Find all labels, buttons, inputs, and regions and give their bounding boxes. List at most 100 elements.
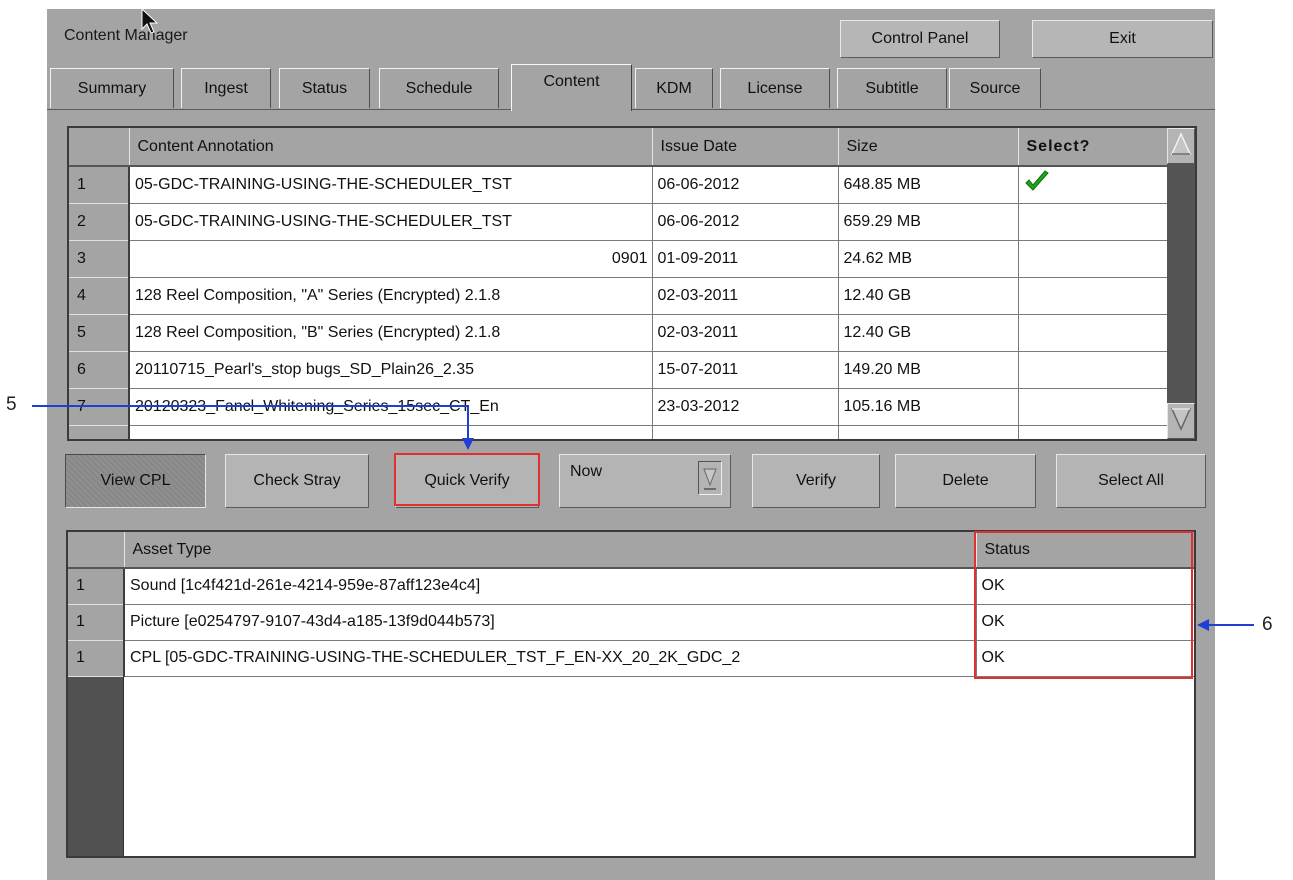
status-header[interactable]: Status — [976, 532, 1194, 569]
select-cell[interactable] — [1018, 425, 1172, 439]
asset-type-header[interactable]: Asset Type — [124, 532, 977, 569]
tab-subtitle[interactable]: Subtitle — [837, 68, 947, 108]
asset-type-cell[interactable]: Sound [1c4f421d-261e-4214-959e-87aff123e… — [124, 568, 977, 605]
delete-button[interactable]: Delete — [895, 454, 1036, 508]
select-cell[interactable] — [1018, 314, 1172, 352]
tab-content[interactable]: Content — [511, 64, 632, 111]
status-cell: OK — [976, 604, 1194, 641]
tab-license[interactable]: License — [720, 68, 830, 108]
scroll-down-button[interactable] — [1167, 403, 1195, 439]
content-annotation-cell[interactable]: 05-GDC-TRAINING-USING-THE-SCHEDULER_TST — [129, 203, 653, 241]
table-row[interactable]: 6 20110715_Pearl's_stop bugs_SD_Plain26_… — [69, 351, 1172, 389]
row-number: 1 — [68, 568, 125, 605]
row-number: 4 — [69, 277, 130, 315]
row-number: 1 — [69, 166, 130, 204]
issue-date-header[interactable]: Issue Date — [652, 128, 839, 167]
row-number: 2 — [69, 203, 130, 241]
table-row[interactable]: 1 Picture [e0254797-9107-43d4-a185-13f9d… — [68, 604, 1194, 641]
exit-button[interactable]: Exit — [1032, 20, 1213, 58]
table-row[interactable] — [69, 425, 1172, 439]
control-panel-button[interactable]: Control Panel — [840, 20, 1000, 58]
callout-6: 6 — [1262, 614, 1273, 635]
tab-kdm[interactable]: KDM — [635, 68, 713, 108]
check-stray-button[interactable]: Check Stray — [225, 454, 369, 508]
issue-date-cell: 23-03-2012 — [652, 388, 839, 426]
row-number-header — [69, 128, 130, 167]
row-number: 1 — [68, 640, 125, 677]
select-cell[interactable] — [1018, 351, 1172, 389]
content-list-scrollbar[interactable] — [1167, 128, 1195, 439]
issue-date-cell — [652, 425, 839, 439]
size-cell: 12.40 GB — [838, 277, 1019, 315]
row-number: 1 — [68, 604, 125, 641]
callout-5-stem — [467, 405, 469, 441]
now-dropdown[interactable]: Now — [559, 454, 731, 508]
content-annotation-cell[interactable]: 05-GDC-TRAINING-USING-THE-SCHEDULER_TST — [129, 166, 653, 204]
table-row[interactable]: 1 05-GDC-TRAINING-USING-THE-SCHEDULER_TS… — [69, 166, 1172, 204]
scroll-up-button[interactable] — [1167, 128, 1195, 164]
size-cell — [838, 425, 1019, 439]
mouse-cursor-icon — [141, 7, 161, 41]
callout-6-line — [1206, 624, 1254, 626]
quick-verify-button[interactable]: Quick Verify — [395, 454, 539, 508]
size-header[interactable]: Size — [838, 128, 1019, 167]
status-cell: OK — [976, 640, 1194, 677]
table-row[interactable]: 3 0901 01-09-2011 24.62 MB — [69, 240, 1172, 278]
table-row[interactable]: 1 CPL [05-GDC-TRAINING-USING-THE-SCHEDUL… — [68, 640, 1194, 677]
app-title: Content Manager — [64, 27, 188, 44]
tab-ingest[interactable]: Ingest — [181, 68, 271, 108]
table-row[interactable]: 2 05-GDC-TRAINING-USING-THE-SCHEDULER_TS… — [69, 203, 1172, 241]
content-annotation-cell[interactable]: 0901 — [129, 240, 653, 278]
size-cell: 659.29 MB — [838, 203, 1019, 241]
issue-date-cell: 01-09-2011 — [652, 240, 839, 278]
issue-date-cell: 15-07-2011 — [652, 351, 839, 389]
tab-summary[interactable]: Summary — [50, 68, 174, 108]
content-annotation-cell[interactable]: 20110715_Pearl's_stop bugs_SD_Plain26_2.… — [129, 351, 653, 389]
size-cell: 12.40 GB — [838, 314, 1019, 352]
callout-5: 5 — [6, 394, 17, 415]
issue-date-cell: 06-06-2012 — [652, 203, 839, 241]
arrow-left-icon — [1196, 618, 1210, 637]
triangle-down-icon — [1170, 406, 1192, 437]
content-annotation-cell[interactable]: 128 Reel Composition, "A" Series (Encryp… — [129, 277, 653, 315]
dropdown-arrow-icon[interactable] — [698, 461, 722, 495]
row-number-header — [68, 532, 125, 569]
issue-date-cell: 06-06-2012 — [652, 166, 839, 204]
row-number: 3 — [69, 240, 130, 278]
row-number: 6 — [69, 351, 130, 389]
triangle-up-icon — [1170, 131, 1192, 162]
select-cell[interactable] — [1018, 388, 1172, 426]
select-cell[interactable] — [1018, 166, 1172, 204]
issue-date-cell: 02-03-2011 — [652, 277, 839, 315]
table-row[interactable]: 1 Sound [1c4f421d-261e-4214-959e-87aff12… — [68, 568, 1194, 605]
table-row[interactable]: 4 128 Reel Composition, "A" Series (Encr… — [69, 277, 1172, 315]
checkmark-icon — [1024, 170, 1050, 198]
issue-date-cell: 02-03-2011 — [652, 314, 839, 352]
size-cell: 24.62 MB — [838, 240, 1019, 278]
tab-source[interactable]: Source — [949, 68, 1041, 108]
select-cell[interactable] — [1018, 277, 1172, 315]
asset-type-cell[interactable]: CPL [05-GDC-TRAINING-USING-THE-SCHEDULER… — [124, 640, 977, 677]
content-manager-window: Content Manager Control Panel Exit Summa… — [47, 9, 1215, 880]
callout-5-line — [32, 405, 468, 407]
tab-status[interactable]: Status — [279, 68, 370, 108]
asset-status-table: Asset Type Status 1 Sound [1c4f421d-261e… — [66, 530, 1196, 858]
content-annotation-cell[interactable]: 128 Reel Composition, "B" Series (Encryp… — [129, 314, 653, 352]
select-cell[interactable] — [1018, 240, 1172, 278]
row-number — [69, 425, 130, 439]
arrow-down-icon — [461, 437, 475, 456]
table-row[interactable]: 5 128 Reel Composition, "B" Series (Encr… — [69, 314, 1172, 352]
tab-bar: Summary Ingest Status Schedule Content K… — [47, 64, 1215, 111]
tab-schedule[interactable]: Schedule — [379, 68, 499, 108]
asset-type-cell[interactable]: Picture [e0254797-9107-43d4-a185-13f9d04… — [124, 604, 977, 641]
content-annotation-header[interactable]: Content Annotation — [129, 128, 653, 167]
select-header[interactable]: Select? — [1018, 128, 1172, 167]
now-dropdown-value: Now — [570, 463, 603, 480]
status-cell: OK — [976, 568, 1194, 605]
content-annotation-cell[interactable] — [129, 425, 653, 439]
content-list-table: Content Annotation Issue Date Size Selec… — [67, 126, 1197, 441]
view-cpl-button[interactable]: View CPL — [65, 454, 206, 508]
verify-button[interactable]: Verify — [752, 454, 880, 508]
select-cell[interactable] — [1018, 203, 1172, 241]
select-all-button[interactable]: Select All — [1056, 454, 1206, 508]
